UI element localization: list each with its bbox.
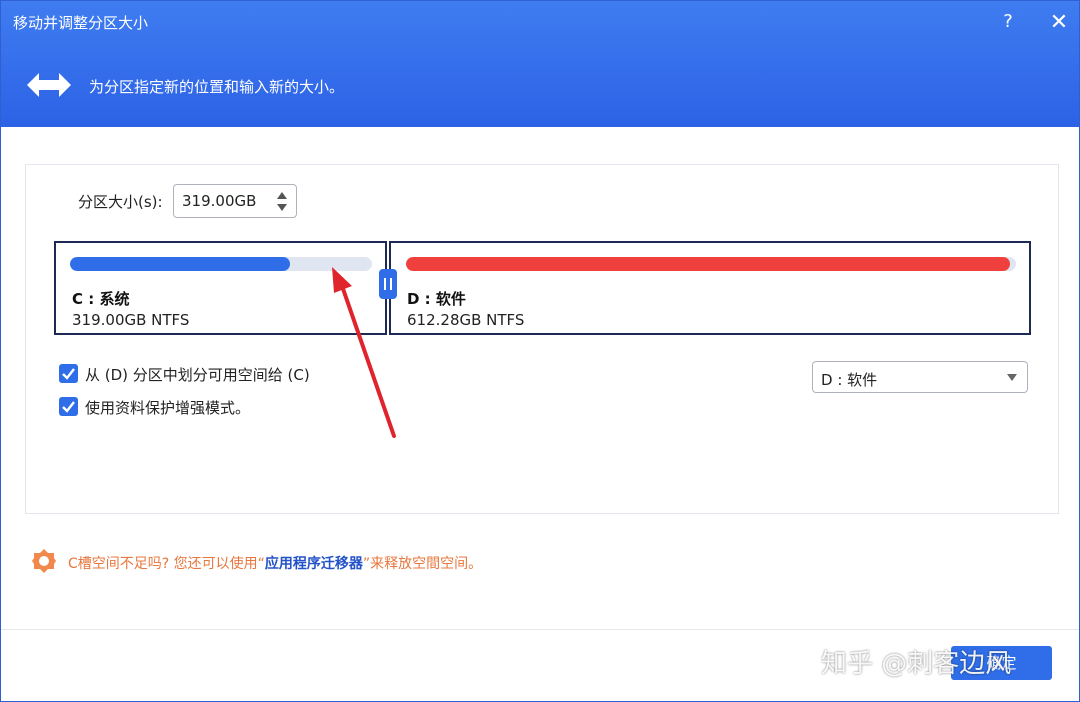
partition-size-value[interactable]: 319.00GB bbox=[182, 192, 256, 210]
warning-badge-icon bbox=[32, 549, 56, 573]
dialog-title: 移动并调整分区大小 bbox=[13, 14, 149, 32]
partition-name-c: C : 系统 bbox=[72, 290, 130, 308]
close-button[interactable]: ✕ bbox=[1047, 10, 1071, 36]
source-partition-select[interactable]: D : 软件 bbox=[812, 361, 1028, 393]
partition-resize-handle[interactable] bbox=[379, 269, 397, 299]
footer-divider bbox=[1, 629, 1079, 630]
checkbox-checked-icon[interactable] bbox=[59, 364, 78, 383]
spin-down-icon[interactable] bbox=[274, 202, 290, 214]
chevron-down-icon bbox=[1007, 374, 1017, 381]
dialog-subtitle: 为分区指定新的位置和输入新的大小。 bbox=[89, 78, 345, 96]
tip-suffix: ”来释放空間空间。 bbox=[362, 556, 483, 572]
handle-grip-right bbox=[390, 278, 392, 290]
dialog-header: 移动并调整分区大小 ? ✕ 为分区指定新的位置和输入新的大小。 bbox=[1, 1, 1079, 127]
spin-up-icon[interactable] bbox=[274, 189, 290, 201]
allocate-space-label: 从 (D) 分区中划分可用空间给 (C) bbox=[85, 366, 310, 384]
usage-fill-c bbox=[70, 257, 291, 271]
partition-block-d[interactable]: D : 软件 612.28GB NTFS bbox=[389, 241, 1031, 335]
usage-bar-d bbox=[406, 257, 1016, 271]
partition-info-d: 612.28GB NTFS bbox=[407, 311, 525, 329]
partition-size-label: 分区大小(s): bbox=[78, 193, 163, 211]
usage-fill-d bbox=[406, 257, 1010, 271]
checkbox-checked-icon[interactable] bbox=[59, 397, 78, 416]
app-migrator-link[interactable]: 应用程序迁移器 bbox=[265, 556, 363, 572]
help-button[interactable]: ? bbox=[997, 11, 1019, 35]
handle-grip-left bbox=[384, 278, 386, 290]
resize-arrows-icon bbox=[27, 73, 71, 97]
watermark-text: 知乎 @刺客边风 bbox=[821, 649, 1012, 679]
tip-message: C槽空间不足吗? 您还可以使用“应用程序迁移器”来释放空間空间。 bbox=[68, 553, 482, 573]
data-protection-label: 使用资料保护增强模式。 bbox=[85, 399, 251, 417]
resize-partition-dialog: 移动并调整分区大小 ? ✕ 为分区指定新的位置和输入新的大小。 分区大小(s):… bbox=[0, 0, 1080, 702]
usage-bar-c bbox=[70, 257, 372, 271]
source-partition-value: D : 软件 bbox=[821, 371, 878, 389]
partition-block-c[interactable]: C : 系统 319.00GB NTFS bbox=[54, 241, 387, 335]
partition-size-stepper[interactable]: 319.00GB bbox=[173, 184, 297, 218]
tip-prefix: C槽空间不足吗? 您还可以使用“ bbox=[68, 556, 265, 572]
partition-name-d: D : 软件 bbox=[407, 290, 466, 308]
partition-info-c: 319.00GB NTFS bbox=[72, 311, 190, 329]
